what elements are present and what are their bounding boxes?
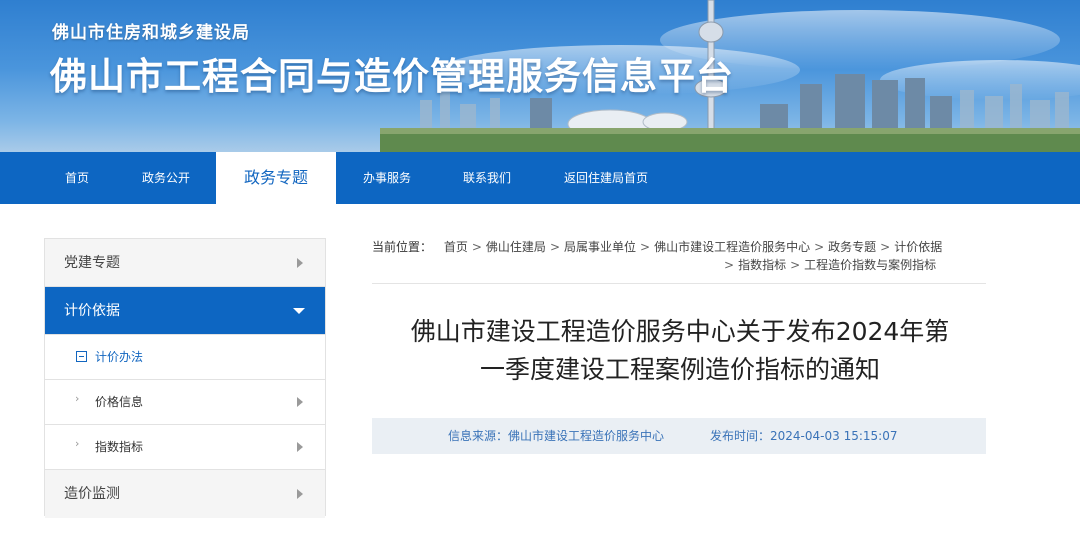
article-title-line: 一季度建设工程案例造价指标的通知	[479, 355, 880, 384]
article-title: 佛山市建设工程造价服务中心关于发布2024年第 一季度建设工程案例造价指标的通知	[370, 313, 990, 389]
article-meta-bar: 信息来源：佛山市建设工程造价服务中心 发布时间：2024-04-03 15:15…	[372, 418, 986, 454]
nav-topics[interactable]: 政务专题	[216, 152, 336, 204]
sidebar-item-label: 造价监测	[64, 486, 120, 502]
collapse-box-icon	[76, 351, 87, 362]
breadcrumb-separator: >	[724, 258, 735, 272]
sidebar-item-party[interactable]: 党建专题	[45, 239, 325, 287]
sidebar-item-price-info[interactable]: › 价格信息	[45, 380, 325, 425]
chevron-small-icon: ›	[75, 437, 80, 450]
sidebar-item-label: 指数指标	[95, 440, 144, 454]
article-source: 信息来源：佛山市建设工程造价服务中心	[448, 418, 664, 454]
caret-down-icon	[293, 307, 305, 314]
chevron-right-icon	[297, 397, 303, 407]
breadcrumb-separator: >	[814, 240, 825, 254]
source-value: 佛山市建设工程造价服务中心	[508, 429, 665, 443]
breadcrumb-separator: >	[471, 240, 482, 254]
breadcrumb-link[interactable]: 工程造价指数与案例指标	[804, 258, 936, 272]
sidebar-item-index[interactable]: › 指数指标	[45, 425, 325, 470]
breadcrumb-link[interactable]: 佛山住建局	[486, 240, 546, 254]
nav-contact[interactable]: 联系我们	[463, 152, 511, 204]
nav-home[interactable]: 首页	[65, 152, 89, 204]
breadcrumb-link[interactable]: 佛山市建设工程造价服务中心	[654, 240, 810, 254]
breadcrumb-separator: >	[790, 258, 801, 272]
chevron-right-icon	[297, 489, 303, 499]
breadcrumb-label: 当前位置：	[372, 240, 433, 254]
article-publish-time: 发布时间：2024-04-03 15:15:07	[710, 418, 897, 454]
nav-services[interactable]: 办事服务	[363, 152, 411, 204]
breadcrumb: 当前位置： 首页 > 佛山住建局 > 局属事业单位 > 佛山市建设工程造价服务中心 > 政务专题…	[372, 238, 976, 274]
chevron-right-icon	[297, 442, 303, 452]
breadcrumb-divider	[372, 283, 986, 284]
sidebar-item-monitoring[interactable]: 造价监测	[45, 470, 325, 518]
sidebar-item-label: 计价依据	[64, 303, 120, 319]
site-title: 佛山市工程合同与造价管理服务信息平台	[50, 55, 734, 98]
sidebar-item-label: 价格信息	[95, 395, 144, 409]
breadcrumb-separator: >	[549, 240, 560, 254]
breadcrumb-separator: >	[880, 240, 891, 254]
org-name: 佛山市住房和城乡建设局	[52, 23, 250, 43]
breadcrumb-link[interactable]: 政务专题	[828, 240, 876, 254]
chevron-right-icon	[297, 257, 303, 268]
sidebar-item-pricing-method[interactable]: 计价办法	[45, 335, 325, 380]
main-nav: 首页 政务公开 政务专题 办事服务 联系我们 返回住建局首页	[0, 152, 1080, 204]
time-value: 2024-04-03 15:15:07	[770, 429, 898, 443]
breadcrumb-link[interactable]: 局属事业单位	[564, 240, 636, 254]
sidebar: 党建专题 计价依据 计价办法 › 价格信息 › 指数指标 造价监测	[44, 238, 326, 518]
breadcrumb-link[interactable]: 首页	[444, 240, 468, 254]
breadcrumb-link[interactable]: 计价依据	[894, 240, 942, 254]
header-banner: 佛山市住房和城乡建设局 佛山市工程合同与造价管理服务信息平台	[0, 0, 1080, 152]
sidebar-item-pricing-basis[interactable]: 计价依据	[45, 287, 325, 335]
sidebar-item-label: 党建专题	[64, 255, 120, 271]
chevron-small-icon: ›	[75, 392, 80, 405]
article-title-line: 佛山市建设工程造价服务中心关于发布2024年第	[410, 317, 950, 346]
nav-bureau-home[interactable]: 返回住建局首页	[564, 152, 648, 204]
breadcrumb-separator: >	[640, 240, 651, 254]
breadcrumb-link[interactable]: 指数指标	[738, 258, 786, 272]
source-label: 信息来源：	[448, 429, 509, 443]
time-label: 发布时间：	[710, 429, 771, 443]
sidebar-item-label: 计价办法	[95, 350, 144, 364]
nav-government-affairs[interactable]: 政务公开	[142, 152, 190, 204]
